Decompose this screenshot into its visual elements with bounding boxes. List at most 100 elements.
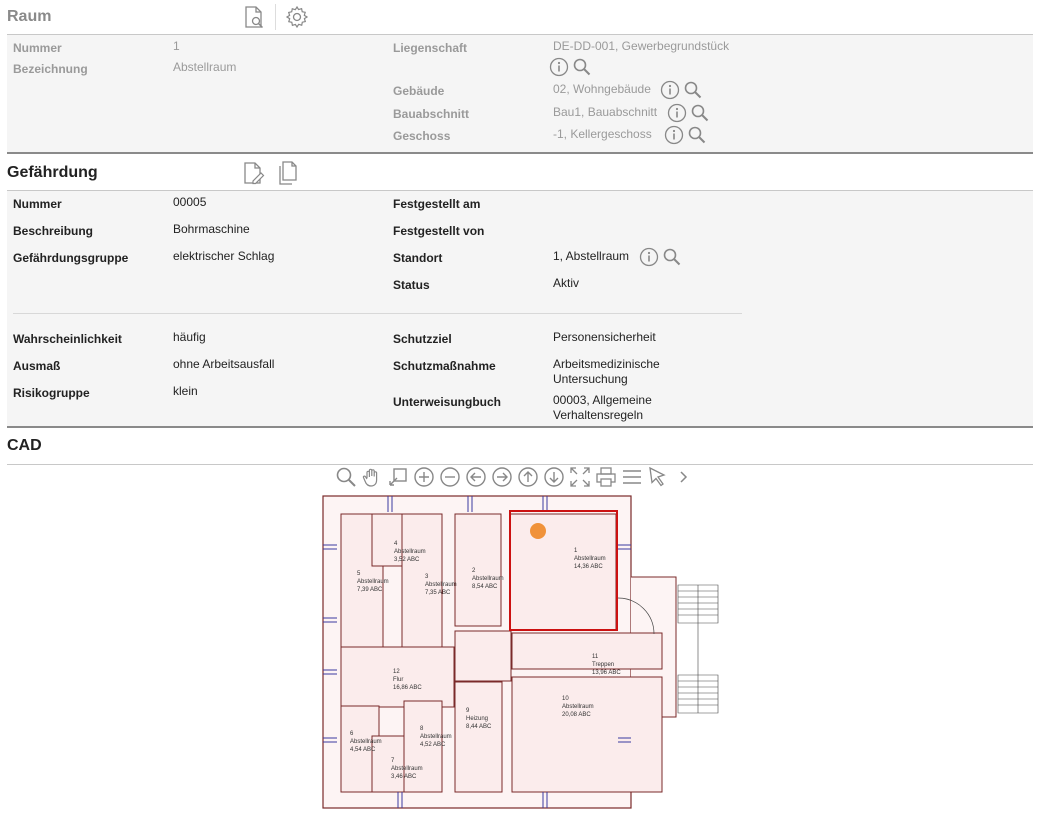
gefaehrdung-panel [7,191,1033,426]
cad-header: CAD [7,435,1033,457]
chevron-right-icon[interactable] [672,464,696,490]
zoom-in-icon[interactable] [412,464,436,490]
hazard-marker[interactable] [530,523,546,539]
info-icon[interactable] [660,80,680,100]
pan-hand-icon[interactable] [360,464,384,490]
gef-risikogruppe-value: klein [173,384,198,398]
raum-panel [7,35,1033,152]
gef-risikogruppe-label: Risikogruppe [13,386,90,400]
gef-schutzziel-label: Schutzziel [393,332,452,346]
gebaeude-actions [660,80,703,100]
arrow-right-icon[interactable] [490,464,514,490]
settings-gear-icon[interactable] [284,4,310,30]
document-search-icon[interactable] [241,4,267,30]
arrow-up-icon[interactable] [516,464,540,490]
search-icon[interactable] [687,125,707,145]
gef-unterweisungbuch-value-line2: Verhaltensregeln [553,408,644,422]
zoom-window-icon[interactable] [386,464,410,490]
zoom-icon[interactable] [334,464,358,490]
zoom-out-icon[interactable] [438,464,462,490]
room-10 [511,676,663,793]
search-icon[interactable] [662,247,682,267]
svg-text:14,36 ABC: 14,36 ABC [574,564,603,570]
menu-icon[interactable] [620,464,644,490]
search-icon[interactable] [690,103,710,123]
svg-text:Abstellraum: Abstellraum [562,704,594,710]
raum-gebaeude-label: Gebäude [393,84,445,98]
raum-nummer-value: 1 [173,39,180,53]
section-divider [7,426,1033,428]
svg-text:16,86 ABC: 16,86 ABC [393,685,422,691]
raum-header: Raum [7,4,1033,30]
info-icon[interactable] [549,57,569,77]
svg-text:Abstellraum: Abstellraum [472,576,504,582]
svg-text:Heizung: Heizung [466,716,488,722]
raum-bezeichnung-value: Abstellraum [173,60,237,74]
room-11 [511,632,663,670]
info-icon[interactable] [664,125,684,145]
raum-liegenschaft-label: Liegenschaft [393,41,468,55]
floor-plan[interactable]: 1Abstellraum14,36 ABC 2Abstellraum8,54 A… [318,493,723,811]
svg-text:Abstellraum: Abstellraum [394,549,426,555]
svg-text:8,54 ABC: 8,54 ABC [472,584,498,590]
svg-text:Abstellraum: Abstellraum [350,739,382,745]
arrow-left-icon[interactable] [464,464,488,490]
geschoss-actions [664,125,707,145]
gef-festgestellt-am-label: Festgestellt am [393,197,481,211]
raum-gebaeude-value: 02, Wohngebäude [553,82,651,96]
svg-text:Abstellraum: Abstellraum [391,766,423,772]
copy-document-icon[interactable] [275,160,301,186]
svg-text:Flur: Flur [393,677,403,683]
info-icon[interactable] [639,247,659,267]
raum-header-actions [241,4,310,30]
search-icon[interactable] [572,57,592,77]
gef-schutzmassnahme-label: Schutzmaßnahme [393,359,496,373]
svg-text:Treppen: Treppen [592,662,614,668]
raum-bauabschnitt-label: Bauabschnitt [393,107,470,121]
bauabschnitt-actions [667,103,710,123]
gef-unterweisungbuch-value: 00003, Allgemeine [553,393,652,407]
edit-document-icon[interactable] [241,160,267,186]
search-icon[interactable] [683,80,703,100]
gefaehrdung-header: Gefährdung [7,160,1033,186]
svg-text:Abstellraum: Abstellraum [574,556,606,562]
gef-nummer-value: 00005 [173,195,207,209]
raum-title: Raum [7,8,52,25]
gef-schutzmassnahme-value-line2: Untersuchung [553,372,628,386]
svg-text:Abstellraum: Abstellraum [425,582,457,588]
svg-text:11: 11 [592,654,599,660]
room-3 [401,513,443,649]
svg-text:4,52 ABC: 4,52 ABC [420,742,446,748]
gef-ausmass-label: Ausmaß [13,359,61,373]
gef-gruppe-label: Gefährdungsgruppe [13,251,129,265]
svg-text:7,35 ABC: 7,35 ABC [425,590,451,596]
fit-extent-icon[interactable] [568,464,592,490]
standort-actions [639,247,682,267]
gef-gruppe-value: elektrischer Schlag [173,249,275,263]
gef-festgestellt-von-label: Festgestellt von [393,224,485,238]
gef-unterweisungbuch-label: Unterweisungbuch [393,395,502,409]
section-divider [7,152,1033,154]
gef-standort-label: Standort [393,251,443,265]
info-icon[interactable] [667,103,687,123]
gefaehrdung-header-actions [241,160,301,186]
print-icon[interactable] [594,464,618,490]
liegenschaft-actions [549,57,592,77]
raum-nummer-label: Nummer [13,41,62,55]
flur-link [454,630,512,682]
raum-geschoss-value: -1, Kellergeschoss [553,127,652,141]
cad-toolbar [334,464,696,490]
gef-wahrscheinlichkeit-label: Wahrscheinlichkeit [13,332,122,346]
svg-text:4,54 ABC: 4,54 ABC [350,747,376,753]
raum-bezeichnung-label: Bezeichnung [13,62,88,76]
arrow-down-icon[interactable] [542,464,566,490]
svg-text:3,46 ABC: 3,46 ABC [391,774,417,780]
cad-title: CAD [7,437,42,454]
room-1 [509,513,617,631]
gefaehrdung-title: Gefährdung [7,164,98,181]
divider [275,4,276,30]
svg-text:12: 12 [393,669,400,675]
gef-schutzmassnahme-value: Arbeitsmedizinische [553,357,660,371]
gef-beschreibung-label: Beschreibung [13,224,94,238]
select-pointer-icon[interactable] [646,464,670,490]
